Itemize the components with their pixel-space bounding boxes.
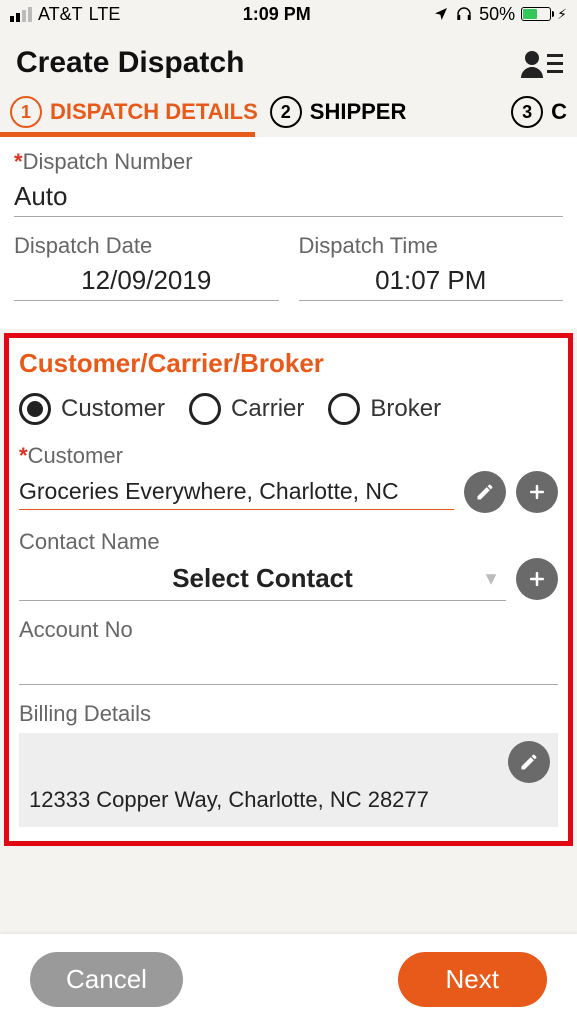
step-num-2: 2 xyxy=(270,96,302,128)
step-shipper[interactable]: 2 SHIPPER xyxy=(270,96,407,128)
headphones-icon xyxy=(455,5,473,23)
billing-address: 12333 Copper Way, Charlotte, NC 28277 xyxy=(29,787,548,813)
add-customer-button[interactable] xyxy=(516,471,558,513)
radio-carrier[interactable]: Carrier xyxy=(189,393,304,425)
dispatch-number-label: *Dispatch Number xyxy=(14,149,563,175)
step-dispatch-details[interactable]: 1 DISPATCH DETAILS xyxy=(10,96,258,128)
radio-broker[interactable]: Broker xyxy=(328,393,441,425)
radio-icon xyxy=(19,393,51,425)
contact-select[interactable]: Select Contact ▼ xyxy=(19,557,506,601)
dispatch-date-input[interactable] xyxy=(14,261,279,301)
cancel-button[interactable]: Cancel xyxy=(30,952,183,1007)
radio-icon xyxy=(189,393,221,425)
battery-icon xyxy=(521,7,551,21)
radio-label: Carrier xyxy=(231,395,304,423)
bottom-bar: Cancel Next xyxy=(0,934,577,1024)
billing-details-box: 12333 Copper Way, Charlotte, NC 28277 xyxy=(19,733,558,827)
account-no-label: Account No xyxy=(19,617,558,643)
step-3[interactable]: 3 C xyxy=(511,96,567,128)
dispatch-time-input[interactable] xyxy=(299,261,564,301)
form-area: *Dispatch Number Dispatch Date Dispatch … xyxy=(0,137,577,329)
location-icon xyxy=(433,6,449,22)
customer-carrier-broker-group: Customer/Carrier/Broker Customer Carrier… xyxy=(4,333,573,846)
add-contact-button[interactable] xyxy=(516,558,558,600)
clock: 1:09 PM xyxy=(243,4,311,25)
charging-icon: ⚡︎ xyxy=(557,6,567,23)
step-label-2: SHIPPER xyxy=(310,99,407,125)
page-title: Create Dispatch xyxy=(16,46,244,80)
signal-icon xyxy=(10,7,32,22)
step-num-1: 1 xyxy=(10,96,42,128)
chevron-down-icon: ▼ xyxy=(482,568,500,589)
customer-input[interactable] xyxy=(19,474,454,510)
edit-billing-button[interactable] xyxy=(508,741,550,783)
contact-select-value: Select Contact xyxy=(172,563,353,593)
billing-details-label: Billing Details xyxy=(19,701,558,727)
radio-customer[interactable]: Customer xyxy=(19,393,165,425)
stepper: 1 DISPATCH DETAILS 2 SHIPPER 3 C xyxy=(0,90,577,128)
dispatch-number-input[interactable] xyxy=(14,177,563,217)
network-label: LTE xyxy=(89,4,121,25)
step-label-1: DISPATCH DETAILS xyxy=(50,99,258,125)
status-bar: AT&T LTE 1:09 PM 50% ⚡︎ xyxy=(0,0,577,28)
radio-label: Broker xyxy=(370,395,441,423)
carrier-label: AT&T xyxy=(38,4,83,25)
battery-pct: 50% xyxy=(479,4,515,25)
radio-icon xyxy=(328,393,360,425)
step-label-3: C xyxy=(551,99,567,125)
customer-label: *Customer xyxy=(19,443,558,469)
dispatch-time-label: Dispatch Time xyxy=(299,233,564,259)
radio-label: Customer xyxy=(61,395,165,423)
next-button[interactable]: Next xyxy=(398,952,547,1007)
page-header: Create Dispatch xyxy=(0,28,577,90)
edit-customer-button[interactable] xyxy=(464,471,506,513)
entity-type-radios: Customer Carrier Broker xyxy=(19,393,558,425)
profile-menu-icon[interactable] xyxy=(519,48,561,78)
step-num-3: 3 xyxy=(511,96,543,128)
group-title: Customer/Carrier/Broker xyxy=(19,348,558,379)
account-no-input[interactable] xyxy=(19,645,558,685)
contact-name-label: Contact Name xyxy=(19,529,558,555)
dispatch-date-label: Dispatch Date xyxy=(14,233,279,259)
